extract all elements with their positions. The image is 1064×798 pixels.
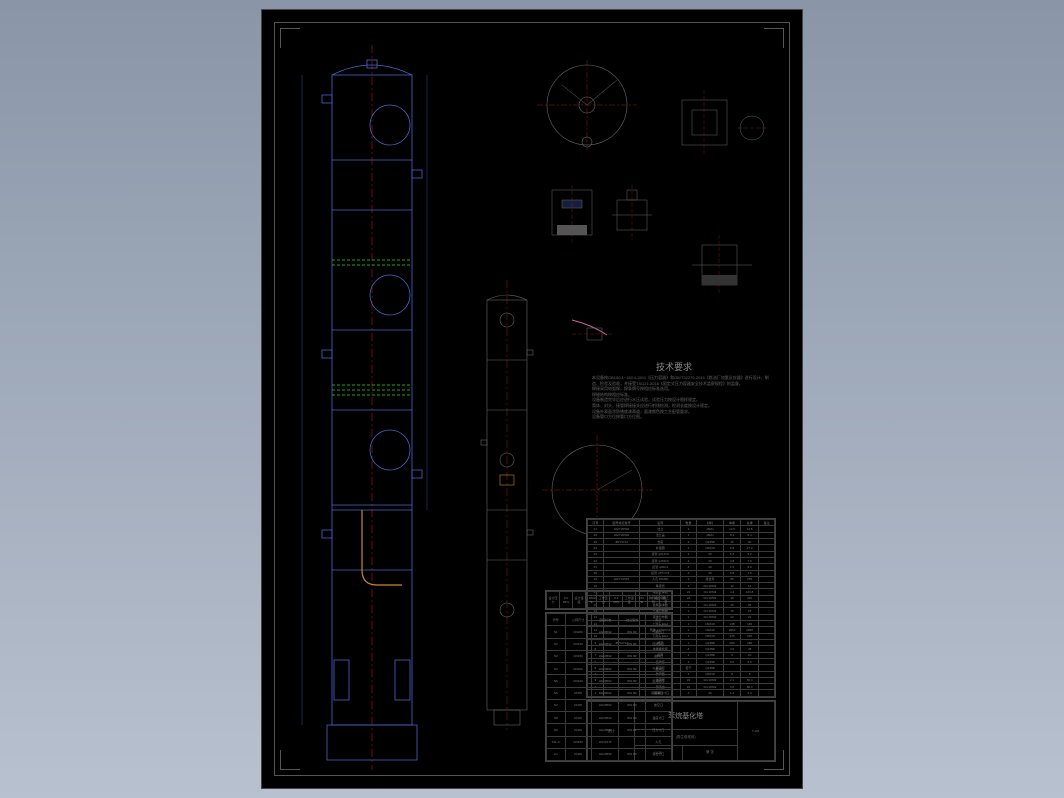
nozzle-schedule-table: 符号公称尺寸连接标准法兰型式用途N1DN200HG20592WN RF气相出口N… — [545, 612, 673, 762]
main-tower-elevation — [302, 45, 427, 770]
label-sheet: 第 张 — [683, 745, 737, 760]
secondary-tower-elevation — [481, 280, 533, 730]
design-parameter-table: 设计压力0.6 MPa设计温度180 ℃工作压力0.4 MPa工作温度150 ℃… — [545, 590, 673, 610]
top-plan-view — [537, 60, 637, 150]
tech-req-title: 技术要求 — [656, 360, 692, 373]
cad-drawing-sheet: 技术要求 本设备按GB150.1~150.4-2011《压力容器》和GB/T32… — [261, 9, 803, 789]
tech-req-line: 本设备按GB150.1~150.4-2011《压力容器》和GB/T32270-2… — [592, 375, 772, 386]
tech-req-line: 设备管口方位按管口方位图。 — [592, 414, 772, 420]
tech-req-body: 本设备按GB150.1~150.4-2011《压力容器》和GB/T32270-2… — [592, 375, 772, 420]
detail-views — [552, 90, 766, 340]
drawing-number: T-101 — [737, 702, 774, 761]
